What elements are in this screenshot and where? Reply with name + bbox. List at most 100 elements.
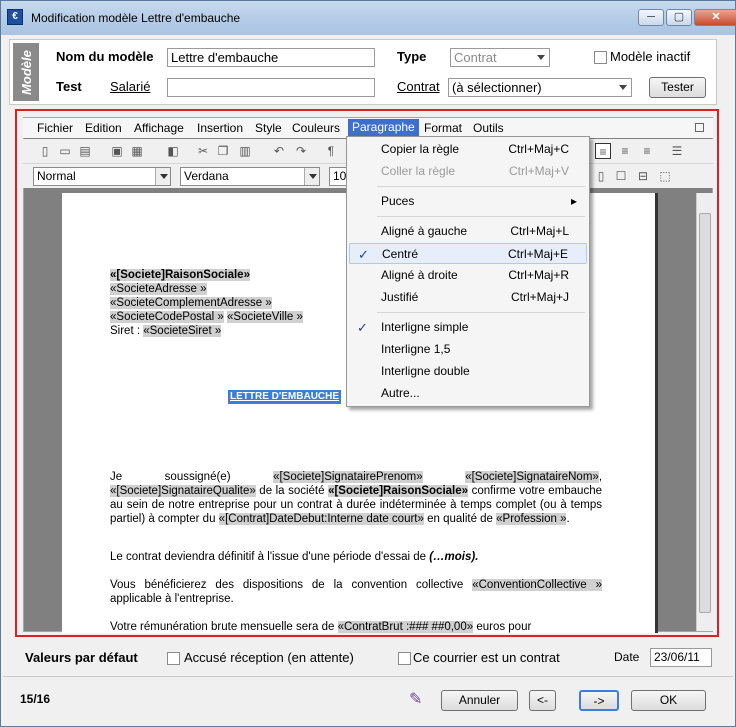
menu-item-interligne-double[interactable]: Interligne double bbox=[349, 361, 587, 382]
menu-item-autre[interactable]: Autre... bbox=[349, 383, 587, 404]
menu-item-centre[interactable]: ✓ Centré Ctrl+Maj+E bbox=[349, 243, 587, 264]
menu-item-interligne-simple[interactable]: ✓ Interligne simple bbox=[349, 317, 587, 338]
field-complement: «SocieteComplementAdresse » bbox=[110, 297, 272, 309]
vertical-scrollbar[interactable] bbox=[696, 193, 713, 631]
defaults-label: Valeurs par défaut bbox=[25, 650, 138, 665]
menu-paragraphe[interactable]: Paragraphe bbox=[348, 119, 419, 137]
menu-separator bbox=[377, 186, 585, 187]
type-select[interactable]: Contrat bbox=[450, 48, 550, 67]
scroll-thumb[interactable] bbox=[699, 213, 711, 613]
menu-item-justifie[interactable]: Justifié Ctrl+Maj+J bbox=[349, 287, 587, 308]
contrat-label: Ce courrier est un contrat bbox=[413, 650, 560, 665]
checkmark-icon: ✓ bbox=[357, 320, 368, 335]
menu-affichage[interactable]: Affichage bbox=[134, 121, 184, 135]
tester-button[interactable]: Tester bbox=[649, 77, 706, 98]
cut-icon[interactable]: ✂ bbox=[195, 143, 211, 159]
submenu-arrow-icon: ▸ bbox=[570, 194, 577, 208]
paste-icon[interactable]: ▥ bbox=[237, 143, 253, 159]
print-icon[interactable]: ▦ bbox=[129, 143, 145, 159]
maximize-button[interactable]: ▢ bbox=[666, 9, 692, 26]
field-code-postal: «SocieteCodePostal » bbox=[110, 311, 224, 323]
nom-input[interactable]: Lettre d'embauche bbox=[167, 48, 375, 67]
copy-icon[interactable]: ❐ bbox=[215, 143, 231, 159]
nom-label: Nom du modèle bbox=[56, 49, 154, 64]
prev-button[interactable]: <- bbox=[529, 690, 556, 711]
annuler-button[interactable]: Annuler bbox=[441, 690, 518, 711]
app-icon: € bbox=[7, 9, 23, 25]
salarie-input[interactable] bbox=[167, 78, 375, 97]
paragraph-1: Je soussigné(e) «[Societe]SignatairePren… bbox=[110, 471, 603, 525]
menu-separator bbox=[377, 312, 585, 313]
border-icon[interactable]: ▯ bbox=[593, 168, 609, 184]
ok-button[interactable]: OK bbox=[631, 690, 706, 711]
main-window: € Modification modèle Lettre d'embauche … bbox=[0, 0, 736, 727]
chevron-down-icon bbox=[155, 168, 170, 185]
menu-edition[interactable]: Edition bbox=[85, 121, 122, 135]
section-label: Modèle bbox=[13, 43, 39, 101]
menu-item-coller-regle[interactable]: Coller la règle Ctrl+Maj+V bbox=[349, 161, 587, 182]
minimize-button[interactable]: ─ bbox=[638, 9, 664, 26]
box-border-icon[interactable]: ☐ bbox=[613, 168, 629, 184]
menu-format[interactable]: Format bbox=[424, 121, 462, 135]
chevron-down-icon bbox=[304, 168, 319, 185]
paragraph-4: Votre rémunération brute mensuelle sera … bbox=[110, 621, 532, 633]
dotted-border-icon[interactable]: ⬚ bbox=[657, 168, 673, 184]
test-label: Test bbox=[56, 79, 82, 94]
open-icon[interactable]: ▭ bbox=[57, 143, 73, 159]
date-label: Date bbox=[614, 650, 640, 664]
menu-item-aligne-droite[interactable]: Aligné à droite Ctrl+Maj+R bbox=[349, 265, 587, 286]
pilcrow-icon[interactable]: ¶ bbox=[323, 143, 339, 159]
menu-style[interactable]: Style bbox=[255, 121, 282, 135]
field-ville: «SocieteVille » bbox=[227, 311, 303, 323]
date-input[interactable]: 23/06/11 bbox=[650, 648, 712, 667]
redo-icon[interactable]: ↷ bbox=[293, 143, 309, 159]
menu-fichier[interactable]: Fichier bbox=[37, 121, 73, 135]
editor-menubar: Fichier Edition Affichage Insertion Styl… bbox=[23, 118, 713, 138]
menu-item-aligne-gauche[interactable]: Aligné à gauche Ctrl+Maj+L bbox=[349, 221, 587, 242]
contrat-link[interactable]: Contrat bbox=[397, 79, 440, 94]
hsplit-border-icon[interactable]: ⊟ bbox=[635, 168, 651, 184]
preview-icon[interactable]: ▣ bbox=[109, 143, 125, 159]
menu-outils[interactable]: Outils bbox=[473, 121, 504, 135]
chevron-down-icon bbox=[619, 85, 627, 90]
align-left-icon[interactable]: ≡ bbox=[595, 143, 611, 159]
menu-insertion[interactable]: Insertion bbox=[197, 121, 243, 135]
salarie-link[interactable]: Salarié bbox=[110, 79, 150, 94]
restore-icon[interactable] bbox=[695, 123, 704, 132]
paragraph-2: Le contrat deviendra définitif à l'issue… bbox=[110, 551, 479, 563]
checkmark-icon: ✓ bbox=[358, 247, 369, 262]
page-counter: 15/16 bbox=[20, 692, 51, 706]
field-raison-sociale: «[Societe]RaisonSociale» bbox=[110, 269, 250, 281]
paragraph-3: Vous bénéficierez des dispositions de la… bbox=[110, 579, 602, 605]
menu-item-puces[interactable]: Puces ▸ bbox=[349, 191, 587, 212]
next-button[interactable]: -> bbox=[579, 690, 619, 711]
pen-icon[interactable]: ✎ bbox=[409, 689, 427, 708]
footer-divider bbox=[3, 676, 733, 677]
style-select[interactable]: Normal bbox=[33, 167, 171, 186]
chevron-down-icon bbox=[537, 55, 545, 60]
menu-item-copier-regle[interactable]: Copier la règle Ctrl+Maj+C bbox=[349, 139, 587, 160]
accuse-checkbox[interactable] bbox=[167, 652, 180, 665]
find-icon[interactable]: ◧ bbox=[165, 143, 181, 159]
align-center-icon[interactable]: ≡ bbox=[617, 143, 633, 159]
close-button[interactable]: ✕ bbox=[694, 9, 736, 26]
field-siret: «SocieteSiret » bbox=[143, 325, 222, 337]
menu-item-interligne-15[interactable]: Interligne 1,5 bbox=[349, 339, 587, 360]
undo-icon[interactable]: ↶ bbox=[271, 143, 287, 159]
accuse-label: Accusé réception (en attente) bbox=[184, 650, 354, 665]
window-title: Modification modèle Lettre d'embauche bbox=[31, 11, 241, 25]
inactif-label: Modèle inactif bbox=[610, 49, 691, 64]
inactif-checkbox[interactable] bbox=[594, 51, 607, 64]
menu-separator bbox=[377, 216, 585, 217]
font-select[interactable]: Verdana bbox=[180, 167, 320, 186]
type-label: Type bbox=[397, 49, 427, 64]
bullets-icon[interactable]: ☰ bbox=[669, 143, 685, 159]
menu-couleurs[interactable]: Couleurs bbox=[292, 121, 340, 135]
new-icon[interactable]: ▯ bbox=[37, 143, 53, 159]
save-icon[interactable]: ▤ bbox=[77, 143, 93, 159]
contrat-select[interactable]: (à sélectionner) bbox=[448, 78, 632, 97]
align-right-icon[interactable]: ≡ bbox=[639, 143, 655, 159]
contrat-checkbox[interactable] bbox=[398, 652, 411, 665]
paragraph-menu: Copier la règle Ctrl+Maj+C Coller la règl… bbox=[346, 136, 590, 407]
siret-label: Siret : bbox=[110, 325, 144, 337]
